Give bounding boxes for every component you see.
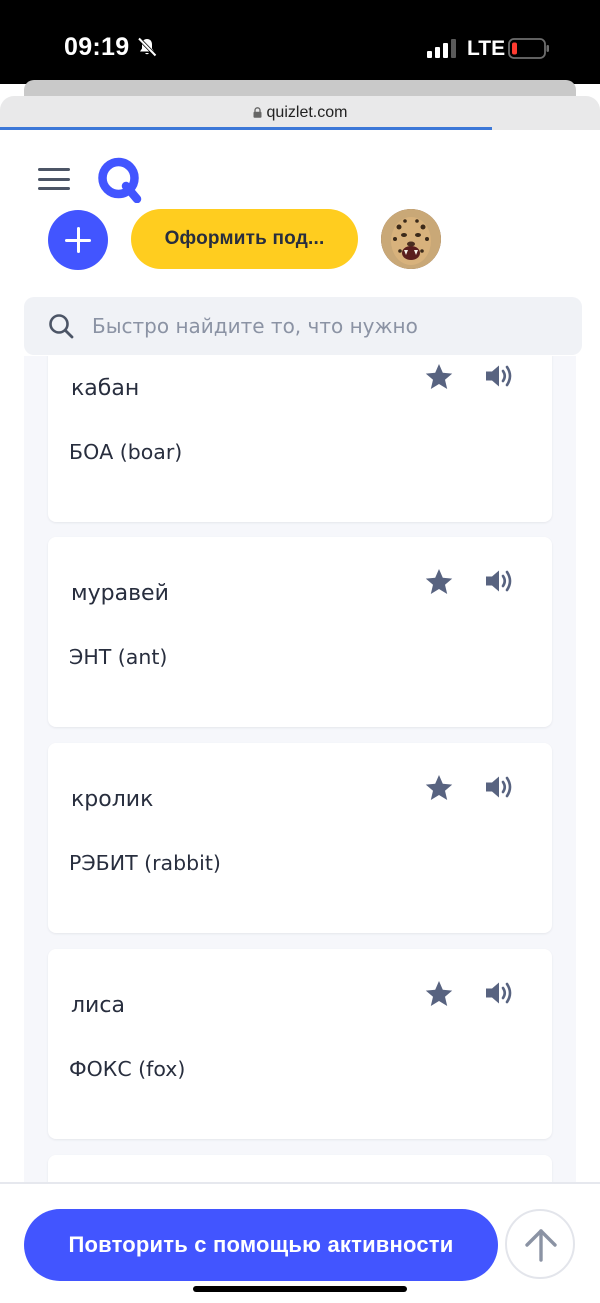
status-bar: 09:19 LTE xyxy=(0,0,600,84)
term-text: кабан xyxy=(71,376,140,401)
star-icon[interactable] xyxy=(424,979,454,1009)
status-time: 09:19 xyxy=(64,33,130,61)
term-card: кролик РЭБИТ (rabbit) xyxy=(48,743,552,933)
url-label: quizlet.com xyxy=(266,104,348,121)
term-card: лиса ФОКС (fox) xyxy=(48,949,552,1139)
signal-icon xyxy=(427,39,456,58)
upgrade-button[interactable]: Оформить под... xyxy=(131,209,358,269)
address-text[interactable]: quizlet.com xyxy=(0,104,600,122)
term-text: лиса xyxy=(71,993,125,1018)
term-card-partial xyxy=(48,1155,552,1182)
bell-slash-icon xyxy=(137,37,157,57)
scroll-to-top-button[interactable] xyxy=(505,1209,575,1279)
network-type: LTE xyxy=(467,37,506,60)
speaker-icon[interactable] xyxy=(483,772,515,802)
term-text: муравей xyxy=(71,581,169,606)
battery-low-icon xyxy=(508,38,549,59)
term-text: кролик xyxy=(71,787,154,812)
definition-text: РЭБИТ (rabbit) xyxy=(69,851,221,875)
speaker-icon[interactable] xyxy=(483,361,515,391)
home-indicator[interactable] xyxy=(193,1286,407,1292)
definition-text: БОА (boar) xyxy=(69,440,183,464)
plus-icon[interactable] xyxy=(48,210,108,270)
term-card: кабан БОА (boar) xyxy=(48,356,552,522)
lock-icon xyxy=(253,107,262,118)
term-list: кабан БОА (boar) муравей ЭНТ (ant) кроли… xyxy=(24,356,576,1182)
term-card: муравей ЭНТ (ant) xyxy=(48,537,552,727)
speaker-icon[interactable] xyxy=(483,566,515,596)
definition-text: ЭНТ (ant) xyxy=(69,645,168,669)
star-icon[interactable] xyxy=(424,773,454,803)
search-icon xyxy=(49,314,74,339)
avatar-image xyxy=(381,209,441,269)
speaker-icon[interactable] xyxy=(483,978,515,1008)
practice-activity-button[interactable]: Повторить с помощью активности xyxy=(24,1209,498,1281)
definition-text: ФОКС (fox) xyxy=(69,1057,186,1081)
leopard-avatar[interactable] xyxy=(381,209,441,269)
star-icon[interactable] xyxy=(424,567,454,597)
hamburger-icon[interactable] xyxy=(38,168,70,190)
arrow-up-icon xyxy=(525,1229,557,1262)
star-icon[interactable] xyxy=(424,362,454,392)
search-bar[interactable] xyxy=(24,297,582,355)
quizlet-logo[interactable] xyxy=(96,155,144,203)
search-input[interactable] xyxy=(92,297,562,355)
